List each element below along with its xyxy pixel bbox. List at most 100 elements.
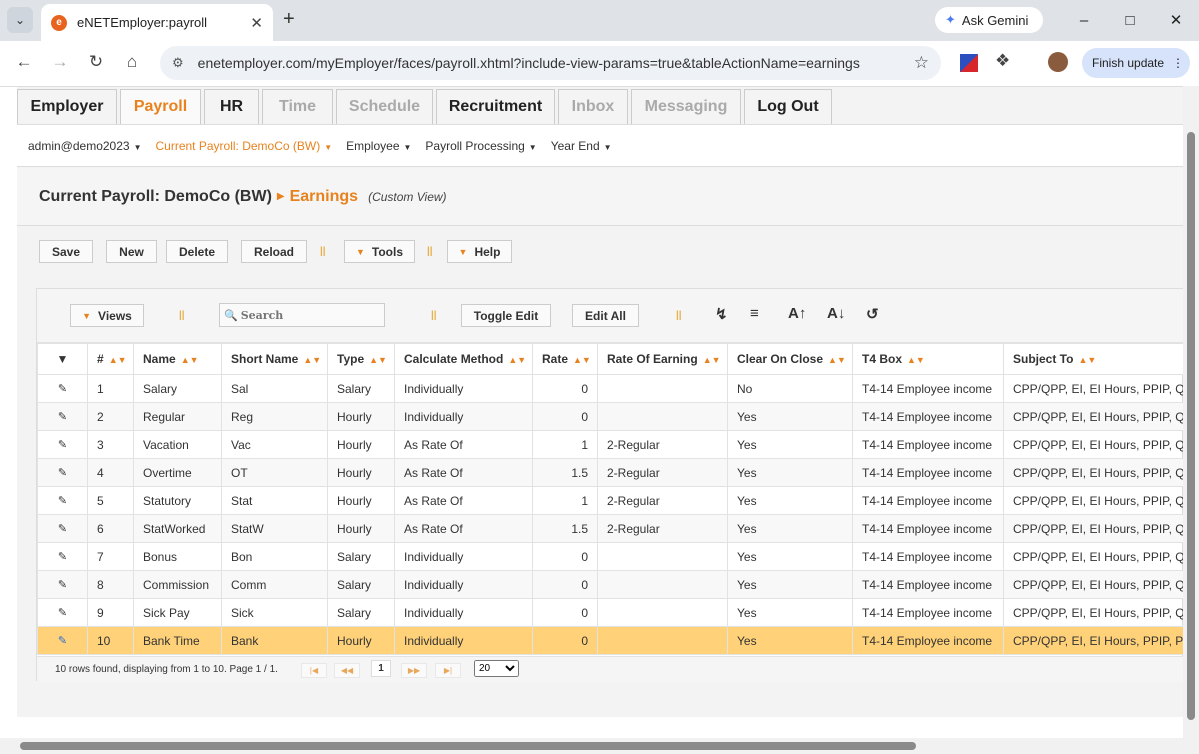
toggle-edit-button[interactable]: Toggle Edit [461, 304, 551, 327]
user-menu[interactable]: admin@demo2023 ▼ [28, 139, 142, 153]
cell-type[interactable]: Salary [327, 542, 395, 571]
minimize-icon[interactable]: – [1061, 0, 1107, 41]
cell-clear[interactable]: No [727, 374, 853, 403]
column-header[interactable]: Rate ▲▼ [532, 343, 598, 375]
cell-type[interactable]: Hourly [327, 514, 395, 543]
employee-menu[interactable]: Employee ▼ [346, 139, 411, 153]
reload-button[interactable]: Reload [241, 240, 307, 263]
column-header[interactable]: Name ▲▼ [133, 343, 222, 375]
cell-clear[interactable]: Yes [727, 542, 853, 571]
search-box[interactable]: 🔍 [219, 303, 385, 327]
cell-subject[interactable]: CPP/QPP, EI, EI Hours, PPIP, Q [1003, 514, 1185, 543]
column-header[interactable]: Short Name ▲▼ [221, 343, 328, 375]
cell-method[interactable]: Individually [394, 402, 533, 431]
table-row[interactable]: ✎ 6 StatWorked StatW Hourly As Rate Of 1.5 2-Re… [37, 514, 1185, 543]
cell-t4[interactable]: T4-14 Employee income [852, 430, 1004, 459]
cell-rate-of[interactable] [597, 570, 728, 599]
cell-subject[interactable]: CPP/QPP, EI, EI Hours, PPIP, Q [1003, 542, 1185, 571]
vertical-scrollbar[interactable] [1183, 86, 1199, 754]
reset-icon[interactable]: ↺ [866, 305, 879, 323]
bookmark-star-icon[interactable]: ☆ [914, 53, 929, 73]
extension-icon[interactable] [960, 54, 978, 72]
cell-num[interactable]: 10 [87, 626, 134, 655]
column-header[interactable]: # ▲▼ [87, 343, 134, 375]
new-button[interactable]: New [106, 240, 157, 263]
cell-rate[interactable]: 0 [532, 374, 598, 403]
url-text[interactable]: enetemployer.com/myEmployer/faces/payrol… [198, 55, 914, 71]
edit-pencil-icon[interactable]: ✎ [37, 430, 88, 459]
cell-t4[interactable]: T4-14 Employee income [852, 486, 1004, 515]
edit-pencil-icon[interactable]: ✎ [37, 542, 88, 571]
profile-avatar[interactable] [1048, 52, 1068, 72]
cell-subject[interactable]: CPP/QPP, EI, EI Hours, PPIP, Q [1003, 458, 1185, 487]
edit-pencil-icon[interactable]: ✎ [37, 570, 88, 599]
cell-t4[interactable]: T4-14 Employee income [852, 402, 1004, 431]
tab-recruitment[interactable]: Recruitment [436, 89, 555, 124]
cell-type[interactable]: Salary [327, 374, 395, 403]
cell-subject[interactable]: CPP/QPP, EI, EI Hours, PPIP, Q [1003, 374, 1185, 403]
cell-name[interactable]: Salary [133, 374, 222, 403]
table-row[interactable]: ✎ 2 Regular Reg Hourly Individually 0 Yes T4-14 … [37, 402, 1185, 431]
cell-short[interactable]: Bon [221, 542, 328, 571]
cell-rate-of[interactable]: 2-Regular [597, 514, 728, 543]
cell-rate-of[interactable] [597, 626, 728, 655]
filter-header[interactable]: ▼ [37, 343, 88, 375]
tab-inbox[interactable]: Inbox [558, 89, 628, 124]
tab-messaging[interactable]: Messaging [631, 89, 741, 124]
next-page-icon[interactable]: ▶▶ [401, 663, 427, 678]
cell-short[interactable]: Reg [221, 402, 328, 431]
last-page-icon[interactable]: ▶| [435, 663, 461, 678]
cell-rate-of[interactable] [597, 542, 728, 571]
cell-rate-of[interactable]: 2-Regular [597, 458, 728, 487]
cell-method[interactable]: As Rate Of [394, 514, 533, 543]
current-page-button[interactable]: 1 [371, 660, 391, 677]
cell-t4[interactable]: T4-14 Employee income [852, 374, 1004, 403]
edit-pencil-icon[interactable]: ✎ [37, 374, 88, 403]
breadcrumb-payroll[interactable]: Current Payroll: DemoCo (BW) [39, 188, 272, 206]
vertical-scroll-thumb[interactable] [1187, 132, 1195, 720]
cell-subject[interactable]: CPP/QPP, EI, EI Hours, PPIP, Q [1003, 598, 1185, 627]
edit-pencil-icon[interactable]: ✎ [37, 514, 88, 543]
cell-num[interactable]: 6 [87, 514, 134, 543]
cell-method[interactable]: As Rate Of [394, 430, 533, 459]
cell-subject[interactable]: CPP/QPP, EI, EI Hours, PPIP, Q [1003, 570, 1185, 599]
cell-name[interactable]: Overtime [133, 458, 222, 487]
cell-num[interactable]: 4 [87, 458, 134, 487]
save-button[interactable]: Save [39, 240, 93, 263]
column-header[interactable]: Clear On Close ▲▼ [727, 343, 853, 375]
cell-rate-of[interactable] [597, 402, 728, 431]
tab-payroll[interactable]: Payroll [120, 89, 201, 124]
cell-method[interactable]: As Rate Of [394, 486, 533, 515]
cell-short[interactable]: Sal [221, 374, 328, 403]
cell-type[interactable]: Hourly [327, 402, 395, 431]
clear-formatting-icon[interactable]: ≡ [750, 305, 759, 322]
cell-short[interactable]: Bank [221, 626, 328, 655]
column-header[interactable]: Rate Of Earning ▲▼ [597, 343, 728, 375]
cell-clear[interactable]: Yes [727, 570, 853, 599]
reload-icon[interactable]: ↻ [84, 52, 108, 72]
cell-subject[interactable]: CPP/QPP, EI, EI Hours, PPIP, P [1003, 626, 1185, 655]
cell-clear[interactable]: Yes [727, 430, 853, 459]
cell-name[interactable]: Bank Time [133, 626, 222, 655]
cell-name[interactable]: Bonus [133, 542, 222, 571]
cell-type[interactable]: Hourly [327, 486, 395, 515]
first-page-icon[interactable]: |◀ [301, 663, 327, 678]
payroll-processing-menu[interactable]: Payroll Processing ▼ [425, 139, 536, 153]
back-arrow-icon[interactable]: ← [12, 52, 36, 72]
edit-pencil-icon[interactable]: ✎ [37, 458, 88, 487]
cell-name[interactable]: Statutory [133, 486, 222, 515]
previous-page-icon[interactable]: ◀◀ [334, 663, 360, 678]
font-decrease-icon[interactable]: A↓ [827, 305, 845, 322]
edit-pencil-icon[interactable]: ✎ [37, 626, 88, 655]
cell-num[interactable]: 9 [87, 598, 134, 627]
cell-rate[interactable]: 0 [532, 402, 598, 431]
address-bar[interactable]: ⚙ enetemployer.com/myEmployer/faces/payr… [160, 46, 941, 80]
site-info-icon[interactable]: ⚙ [172, 55, 184, 71]
edit-pencil-icon[interactable]: ✎ [37, 402, 88, 431]
edit-pencil-icon[interactable]: ✎ [37, 486, 88, 515]
filter-funnel-icon[interactable]: ▼ [57, 352, 69, 366]
cell-name[interactable]: Vacation [133, 430, 222, 459]
cell-num[interactable]: 2 [87, 402, 134, 431]
cell-type[interactable]: Hourly [327, 430, 395, 459]
cell-short[interactable]: Vac [221, 430, 328, 459]
